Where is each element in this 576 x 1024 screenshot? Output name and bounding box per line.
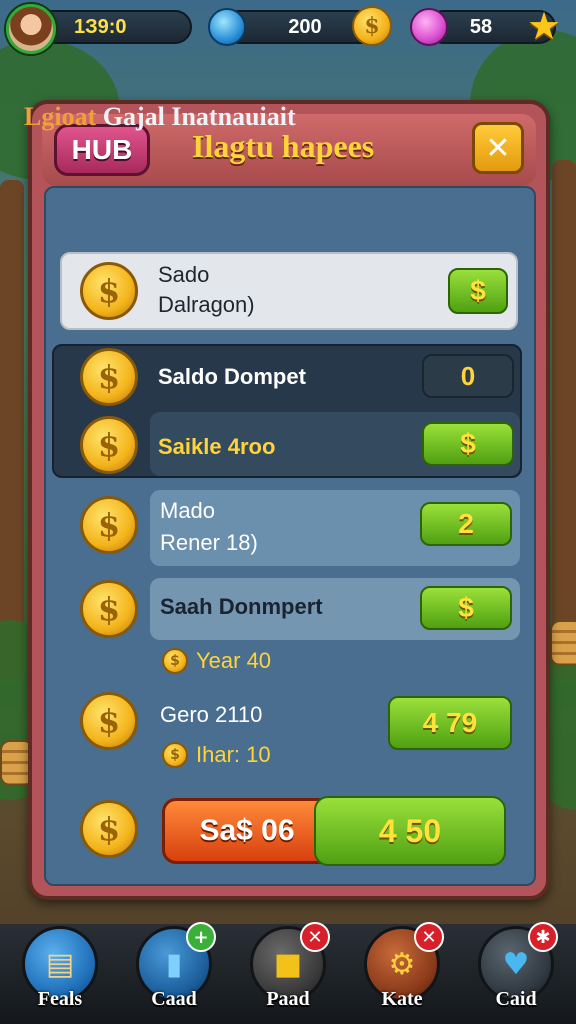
row-line2: Dalragon) — [158, 292, 255, 317]
nav-label: Kate — [381, 988, 423, 1010]
collect-button[interactable]: $ — [422, 422, 514, 466]
panel-subtitle: Lgioat Gajal Inatnauiait — [24, 102, 296, 132]
row-line1: Gero 2110 — [160, 702, 263, 727]
box-icon: ■ — [273, 946, 303, 982]
blue-gem-icon — [208, 8, 246, 46]
dollar-icon: $ — [460, 428, 476, 459]
star-icon[interactable]: ★ — [524, 6, 564, 46]
amount-button[interactable]: 4 79 — [388, 696, 512, 750]
top-hud: 1З9:0 200 $ 58 ★ — [0, 0, 576, 56]
row-label: Saldo Dompet — [158, 364, 306, 389]
gems-value: 200 — [288, 15, 322, 38]
close-icon: ✕ — [485, 130, 511, 166]
lives-value: 58 — [469, 15, 493, 38]
coin-symbol: $ — [364, 13, 380, 39]
coin-symbol: $ — [170, 747, 180, 763]
coin-symbol: $ — [97, 426, 121, 464]
nav-label: Feals — [37, 988, 83, 1010]
potion-icon — [410, 8, 448, 46]
coin-symbol: $ — [97, 272, 121, 310]
heart-icon: ♥ — [502, 946, 530, 982]
row-line1: Sado — [158, 262, 210, 287]
nav-label: Caad — [151, 988, 197, 1010]
row-line2: Rener 18) — [160, 530, 258, 555]
coin-symbol: $ — [97, 590, 121, 628]
subtitle-part1: Lgioat — [24, 102, 97, 131]
row-sub: Ihar: 10 — [196, 742, 271, 767]
nav-item-caid[interactable]: ♥ ✱ Caid — [470, 922, 562, 1022]
coin-icon: $ — [80, 496, 138, 554]
bottle-icon: ▮ — [165, 946, 183, 982]
dollar-icon: $ — [458, 592, 474, 623]
count-value: 2 — [458, 508, 474, 539]
sale-button[interactable]: Sa$ 06 — [162, 798, 332, 864]
row-label: Saikle 4roo — [158, 434, 276, 459]
count-button[interactable]: 2 — [420, 502, 512, 546]
close-badge-icon: ✕ — [300, 922, 330, 952]
alert-badge-icon: ✱ — [528, 922, 558, 952]
small-coin-icon: $ — [162, 742, 188, 768]
coin-icon: $ — [80, 580, 138, 638]
level-text: 1З9:0 — [74, 15, 127, 38]
coin-icon: $ — [80, 800, 138, 858]
coin-icon: $ — [80, 692, 138, 750]
amount-value: 4 79 — [422, 707, 478, 738]
nav-item-feals[interactable]: ▤ Feals — [14, 926, 106, 1022]
dollar-icon: $ — [470, 275, 486, 306]
buy-button[interactable]: 4 50 — [314, 796, 506, 866]
nav-item-caad[interactable]: ▮ + Caad — [128, 922, 220, 1022]
nav-label: Paad — [266, 988, 310, 1010]
close-button[interactable]: ✕ — [472, 122, 524, 174]
row-sub: Year 40 — [196, 648, 272, 673]
collect-button[interactable]: $ — [448, 268, 508, 314]
coin-icon: $ — [80, 262, 138, 320]
plus-badge-icon: + — [186, 922, 216, 952]
buy-value: 4 50 — [378, 812, 442, 849]
bottom-nav: ▤ Feals ▮ + Caad ■ ✕ Paad ⚙ ✕ Kate ♥ ✱ C… — [0, 922, 576, 1024]
small-coin-icon: $ — [162, 648, 188, 674]
row-line1: Mado — [160, 498, 216, 523]
coin-symbol: $ — [170, 653, 180, 669]
coin-icon[interactable]: $ — [352, 6, 392, 46]
collect-button[interactable]: $ — [420, 586, 512, 630]
nav-item-kate[interactable]: ⚙ ✕ Kate — [356, 922, 448, 1022]
gear-icon: ⚙ — [388, 946, 416, 982]
coin-symbol: $ — [97, 506, 121, 544]
coin-icon: $ — [80, 416, 138, 474]
wallet-balance-field: 0 — [422, 354, 514, 398]
player-avatar[interactable] — [6, 4, 56, 54]
coin-symbol: $ — [97, 810, 121, 848]
coin-symbol: $ — [97, 702, 121, 740]
subtitle-part2: Gajal Inatnauiait — [102, 102, 296, 131]
coin-icon: $ — [80, 348, 138, 406]
coin-symbol: $ — [97, 358, 121, 396]
nav-item-paad[interactable]: ■ ✕ Paad — [242, 922, 334, 1022]
cards-icon: ▤ — [45, 946, 75, 982]
panel-title: Ilagtu hapees — [192, 128, 375, 164]
close-badge-icon: ✕ — [414, 922, 444, 952]
nav-label: Caid — [495, 988, 537, 1010]
row-label: Saah Donmpert — [160, 594, 323, 619]
